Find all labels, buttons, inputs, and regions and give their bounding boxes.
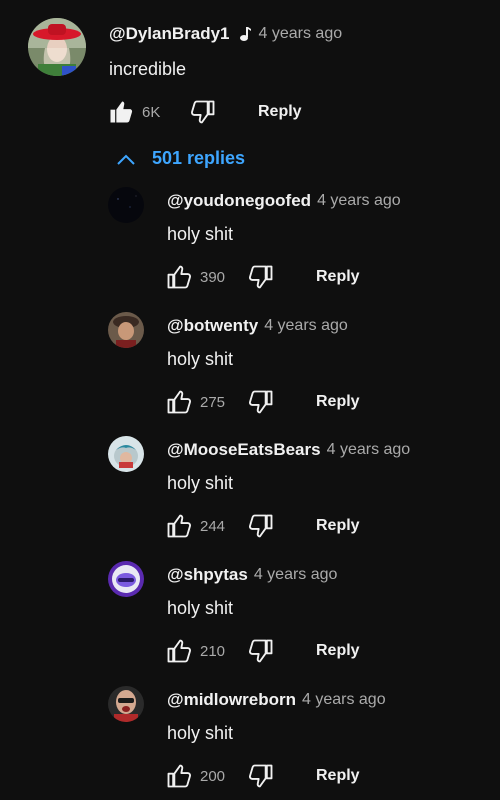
- reply-button[interactable]: Reply: [316, 268, 360, 286]
- reply-author[interactable]: @youdonegoofed: [167, 191, 311, 211]
- comment-actions: 6K Reply: [106, 96, 302, 128]
- like-count: 390: [200, 268, 226, 286]
- reply-button[interactable]: Reply: [316, 767, 360, 785]
- reply-button[interactable]: Reply: [316, 393, 360, 411]
- reply-button[interactable]: Reply: [258, 103, 302, 121]
- reply-text: holy shit: [167, 224, 234, 244]
- like-icon[interactable]: [164, 636, 194, 666]
- dislike-icon[interactable]: [188, 97, 218, 127]
- reply-comment: @shpytas 4 years ago holy shit 210 Reply: [0, 559, 500, 679]
- like-count: 244: [200, 517, 226, 535]
- reply-button[interactable]: Reply: [316, 517, 360, 535]
- reply-button[interactable]: Reply: [316, 642, 360, 660]
- like-icon[interactable]: [164, 262, 194, 292]
- dislike-icon[interactable]: [246, 262, 276, 292]
- like-filled-icon[interactable]: [106, 97, 136, 127]
- avatar[interactable]: [108, 561, 144, 597]
- reply-text: holy shit: [167, 473, 234, 493]
- reply-time[interactable]: 4 years ago: [264, 317, 348, 335]
- reply-header: @botwenty 4 years ago: [167, 316, 348, 336]
- reply-comment: @youdonegoofed 4 years ago holy shit 390…: [0, 185, 500, 305]
- reply-header: @shpytas 4 years ago: [167, 565, 337, 585]
- like-count: 210: [200, 642, 226, 660]
- like-icon[interactable]: [164, 761, 194, 791]
- reply-time[interactable]: 4 years ago: [254, 566, 338, 584]
- reply-text: holy shit: [167, 349, 234, 369]
- reply-comment: @midlowreborn 4 years ago holy shit 200 …: [0, 684, 500, 800]
- reply-header: @MooseEatsBears 4 years ago: [167, 440, 410, 460]
- reply-author[interactable]: @shpytas: [167, 565, 248, 585]
- reply-header: @youdonegoofed 4 years ago: [167, 191, 401, 211]
- like-count: 275: [200, 393, 226, 411]
- reply-actions: 210 Reply: [164, 635, 360, 667]
- dislike-icon[interactable]: [246, 636, 276, 666]
- dislike-icon[interactable]: [246, 387, 276, 417]
- music-note-icon: [239, 26, 251, 42]
- avatar[interactable]: [108, 187, 144, 223]
- reply-text: holy shit: [167, 598, 234, 618]
- avatar[interactable]: [28, 18, 86, 76]
- reply-header: @midlowreborn 4 years ago: [167, 690, 386, 710]
- reply-actions: 275 Reply: [164, 386, 360, 418]
- dislike-icon[interactable]: [246, 511, 276, 541]
- reply-author[interactable]: @MooseEatsBears: [167, 440, 321, 460]
- dislike-icon[interactable]: [246, 761, 276, 791]
- comment-header: @DylanBrady1 4 years ago: [109, 24, 342, 44]
- replies-toggle-button[interactable]: 501 replies: [116, 148, 245, 169]
- reply-text: holy shit: [167, 723, 234, 743]
- like-icon[interactable]: [164, 387, 194, 417]
- reply-actions: 200 Reply: [164, 760, 360, 792]
- like-icon[interactable]: [164, 511, 194, 541]
- chevron-up-icon: [117, 154, 135, 165]
- reply-time[interactable]: 4 years ago: [327, 441, 411, 459]
- replies-count-label: 501 replies: [152, 148, 246, 168]
- reply-time[interactable]: 4 years ago: [302, 691, 386, 709]
- like-count: 200: [200, 767, 226, 785]
- top-comment: @DylanBrady1 4 years ago incredible 6K R…: [0, 0, 500, 140]
- like-count: 6K: [142, 103, 161, 121]
- reply-author[interactable]: @midlowreborn: [167, 690, 296, 710]
- reply-comment: @MooseEatsBears 4 years ago holy shit 24…: [0, 434, 500, 554]
- reply-author[interactable]: @botwenty: [167, 316, 258, 336]
- comment-author[interactable]: @DylanBrady1: [109, 24, 230, 44]
- reply-time[interactable]: 4 years ago: [317, 192, 401, 210]
- comment-time[interactable]: 4 years ago: [259, 25, 343, 43]
- reply-actions: 244 Reply: [164, 510, 360, 542]
- reply-comment: @botwenty 4 years ago holy shit 275 Repl…: [0, 310, 500, 430]
- avatar[interactable]: [108, 436, 144, 472]
- reply-actions: 390 Reply: [164, 261, 360, 293]
- avatar[interactable]: [108, 312, 144, 348]
- comment-text: incredible: [109, 59, 187, 79]
- avatar[interactable]: [108, 686, 144, 722]
